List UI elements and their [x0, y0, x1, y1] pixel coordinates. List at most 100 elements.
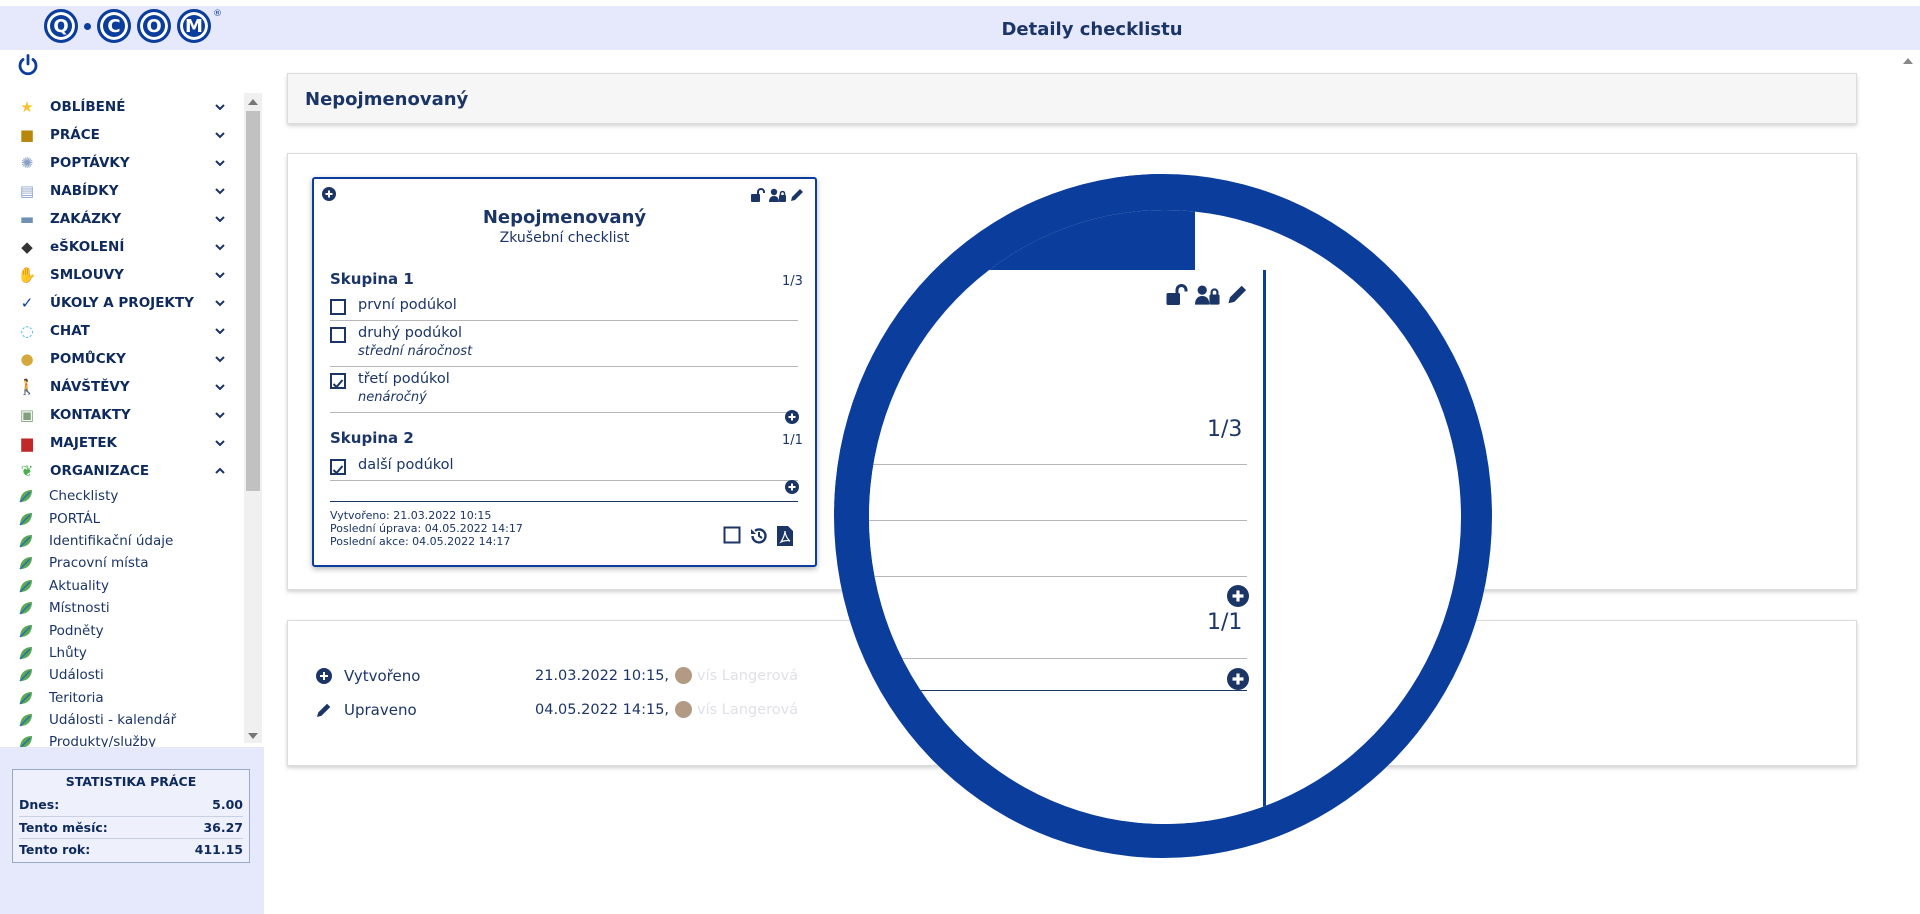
unlock-icon[interactable]	[1165, 284, 1189, 305]
chevron-down-icon[interactable]	[213, 100, 227, 114]
task-checkbox-checked[interactable]	[330, 459, 346, 475]
submenu-item-3[interactable]: Pracovní místa	[0, 552, 244, 574]
chevron-down-icon[interactable]	[213, 184, 227, 198]
submenu-item-label: Checklisty	[49, 488, 119, 505]
chevron-down-icon[interactable]	[213, 240, 227, 254]
chevron-up-icon[interactable]	[213, 464, 227, 478]
submenu-item-0[interactable]: Checklisty	[0, 485, 244, 507]
pencil-icon[interactable]	[1227, 284, 1249, 305]
submenu-item-label: Teritoria	[49, 689, 104, 706]
user-lock-icon[interactable]	[1195, 284, 1221, 305]
submenu-item-1[interactable]: PORTÁL	[0, 507, 244, 529]
task-note: střední náročnost	[358, 344, 473, 359]
task-checkbox[interactable]	[330, 327, 346, 343]
chevron-down-icon[interactable]	[213, 324, 227, 338]
clipboard-icon: ▤	[19, 182, 35, 200]
sidebar-scrollbar[interactable]	[244, 93, 262, 743]
submenu-item-8[interactable]: Události	[0, 664, 244, 686]
chevron-down-icon[interactable]	[213, 380, 227, 394]
sidebar-item-label: ZAKÁZKY	[50, 211, 122, 227]
lightbulb-icon: ✺	[20, 154, 34, 172]
task-checkbox-checked[interactable]	[330, 373, 346, 389]
task-clipboard-icon: ✓	[20, 294, 34, 312]
add-task-plus-icon[interactable]	[785, 410, 799, 424]
chevron-down-icon[interactable]	[213, 436, 227, 450]
submenu-item-6[interactable]: Podněty	[0, 619, 244, 641]
org-leaf-icon	[19, 534, 32, 548]
chevron-down-icon[interactable]	[213, 352, 227, 366]
power-icon[interactable]	[16, 53, 40, 77]
sidebar-item-5[interactable]: ◆ eŠKOLENÍ	[0, 233, 244, 261]
task-checkbox[interactable]	[330, 299, 346, 315]
chevron-down-icon[interactable]	[213, 268, 227, 282]
task-label: druhý podúkol	[358, 325, 462, 341]
sidebar-item-7[interactable]: ✓ ÚKOLY A PROJEKTY	[0, 289, 244, 317]
task-item[interactable]: další podúkol	[330, 455, 798, 481]
history-user[interactable]: vís Langerová	[697, 702, 798, 718]
sidebar-item-6[interactable]: ✋ SMLOUVY	[0, 261, 244, 289]
contact-card-icon: ▣	[19, 406, 35, 424]
org-leaf-icon	[19, 624, 32, 638]
created-meta: Vytvořeno: 21.03.2022 10:15	[330, 509, 492, 522]
submenu-item-9[interactable]: Teritoria	[0, 687, 244, 709]
sidebar-item-12[interactable]: ▆ MAJETEK	[0, 429, 244, 457]
sidebar-item-4[interactable]: ▬ ZAKÁZKY	[0, 205, 244, 233]
pencil-icon[interactable]	[790, 188, 805, 202]
add-group-plus-icon[interactable]	[322, 187, 336, 201]
history-date-text: 21.03.2022 10:15,	[535, 667, 670, 684]
stat-value: 411.15	[194, 842, 243, 857]
org-leaf-icon	[19, 714, 32, 727]
sidebar-item-label: PRÁCE	[50, 127, 100, 143]
magnified-card-toolbar	[1165, 284, 1249, 305]
sidebar-item-2[interactable]: ✺ POPTÁVKY	[0, 149, 244, 177]
org-leaf-icon	[19, 691, 32, 705]
sidebar-item-10[interactable]: 🚶 NÁVŠTĚVY	[0, 373, 244, 401]
select-square-icon[interactable]	[723, 526, 741, 544]
chevron-down-icon[interactable]	[213, 296, 227, 310]
chevron-down-icon[interactable]	[213, 156, 227, 170]
scroll-down-arrow-icon[interactable]	[248, 733, 258, 739]
stat-label: Tento měsíc:	[19, 820, 108, 835]
add-task-plus-icon[interactable]	[785, 480, 799, 494]
chevron-down-icon[interactable]	[213, 212, 227, 226]
card-footer-tools	[723, 526, 793, 546]
magnified-card: 1/3 1/1	[869, 270, 1266, 824]
history-edited-date: 04.05.2022 14:15, vís Langerová	[535, 701, 798, 718]
scroll-up-arrow-icon[interactable]	[1903, 58, 1913, 64]
submenu-item-5[interactable]: Místnosti	[0, 597, 244, 619]
scrollbar-thumb[interactable]	[246, 111, 260, 491]
task-item[interactable]: druhý podúkol střední náročnost	[330, 323, 798, 367]
task-item[interactable]: první podúkol	[330, 295, 798, 321]
chevron-down-icon[interactable]	[213, 408, 227, 422]
task-item[interactable]: třetí podúkol nenáročný	[330, 369, 798, 413]
history-icon[interactable]	[749, 526, 769, 546]
statistics-title: STATISTIKA PRÁCE	[65, 774, 197, 789]
history-user[interactable]: vís Langerová	[697, 668, 798, 684]
sidebar-item-label: eŠKOLENÍ	[50, 239, 125, 255]
submenu-item-10[interactable]: Události - kalendář	[0, 709, 244, 731]
sidebar-item-11[interactable]: ▣ KONTAKTY	[0, 401, 244, 429]
qcom-logo[interactable]: Q C O M ®	[44, 9, 222, 43]
submenu-item-7[interactable]: Lhůty	[0, 642, 244, 664]
sidebar-item-9[interactable]: ● POMŮCKY	[0, 345, 244, 373]
add-task-plus-icon[interactable]	[1227, 585, 1249, 607]
sidebar-item-13[interactable]: ❦ ORGANIZACE	[0, 457, 244, 485]
sidebar-item-3[interactable]: ▤ NABÍDKY	[0, 177, 244, 205]
work-statistics-area: STATISTIKA PRÁCE Dnes: 5.00 Tento měsíc: 3…	[0, 747, 264, 914]
unlock-icon[interactable]	[750, 188, 766, 202]
add-task-plus-icon[interactable]	[1227, 668, 1249, 690]
stat-row-year: Tento rok: 411.15	[19, 838, 243, 860]
main-scrollbar[interactable]	[1896, 50, 1920, 914]
submenu-item-label: Lhůty	[49, 644, 87, 661]
user-lock-icon[interactable]	[769, 188, 787, 202]
chevron-down-icon[interactable]	[213, 128, 227, 142]
sidebar-item-0[interactable]: ★ OBLÍBENÉ	[0, 93, 244, 121]
pdf-icon[interactable]	[777, 526, 793, 546]
submenu-item-4[interactable]: Aktuality	[0, 575, 244, 597]
sidebar-item-8[interactable]: ◌ CHAT	[0, 317, 244, 345]
sidebar-item-1[interactable]: ■ PRÁCE	[0, 121, 244, 149]
sidebar-item-label: OBLÍBENÉ	[50, 99, 126, 115]
scroll-up-arrow-icon[interactable]	[248, 99, 258, 105]
submenu-item-2[interactable]: Identifikační údaje	[0, 530, 244, 552]
checklist-card: Nepojmenovaný Zkušební checklist Skupina…	[312, 177, 817, 567]
